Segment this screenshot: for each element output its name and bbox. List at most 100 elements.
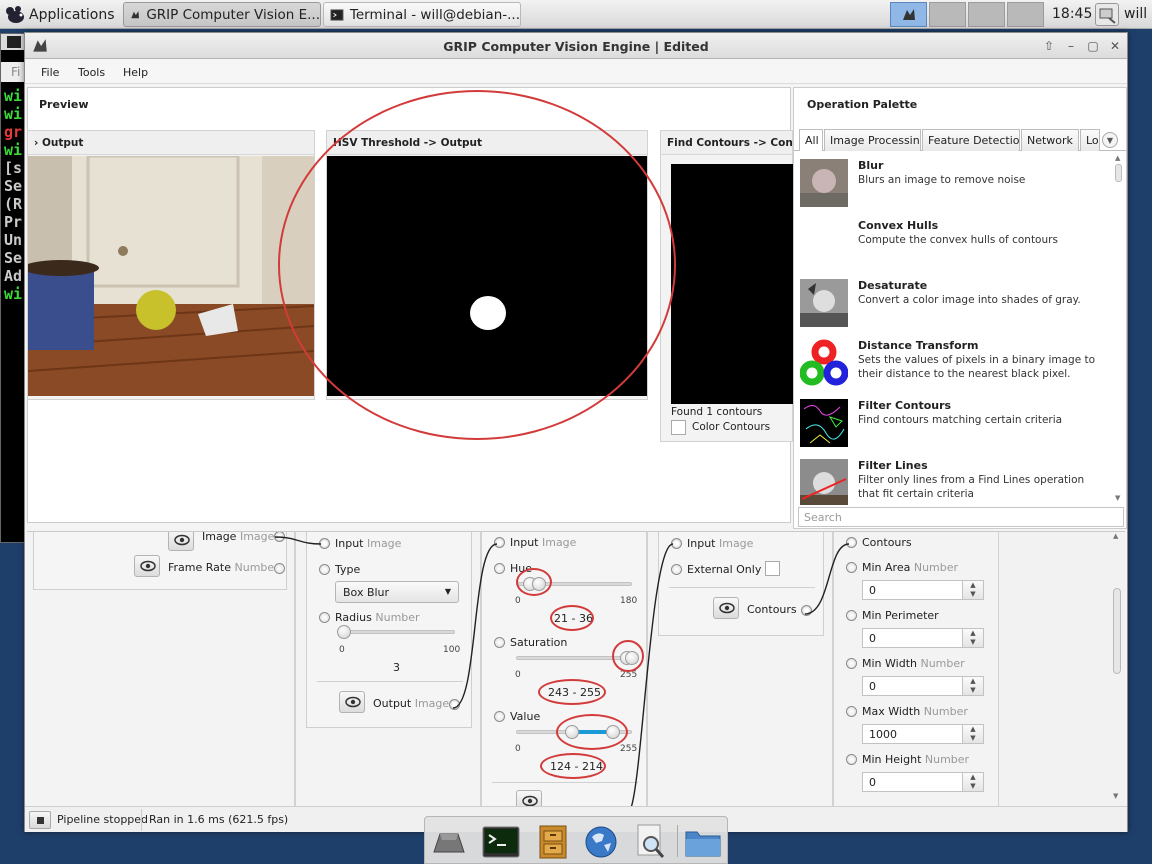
- window-titlebar[interactable]: GRIP Computer Vision Engine | Edited ⇧ –…: [25, 33, 1127, 59]
- op-filter-lines[interactable]: Filter Lines Filter only lines from a Fi…: [800, 455, 1110, 505]
- hue-socket[interactable]: [494, 563, 505, 574]
- socket-type: Image: [366, 537, 402, 550]
- task-terminal[interactable]: Terminal - will@debian-...: [323, 2, 521, 27]
- tab-image-processing[interactable]: Image Processing: [824, 129, 921, 151]
- image-output-socket[interactable]: [274, 532, 285, 542]
- value-min: 0: [515, 744, 521, 754]
- output-socket[interactable]: [449, 699, 460, 710]
- preview-toggle-button[interactable]: [168, 532, 194, 551]
- filter-field-socket[interactable]: [846, 706, 857, 717]
- preview-card-header[interactable]: › Output: [28, 131, 314, 155]
- dock-app-finder[interactable]: [631, 823, 671, 861]
- filter-field-stepper[interactable]: ▲ ▼: [962, 580, 984, 600]
- tab-all[interactable]: All: [799, 129, 823, 151]
- filter-field-socket[interactable]: [846, 754, 857, 765]
- op-name: Convex Hulls: [858, 219, 939, 232]
- op-blur[interactable]: Blur Blurs an image to remove noise: [800, 155, 1110, 215]
- clock[interactable]: 18:45: [1052, 6, 1092, 22]
- contours-output-socket[interactable]: [801, 605, 812, 616]
- filter-field-stepper[interactable]: ▲ ▼: [962, 628, 984, 648]
- preview-toggle-button[interactable]: [134, 555, 160, 577]
- op-filter-contours[interactable]: Filter Contours Find contours matching c…: [800, 395, 1110, 455]
- applications-menu[interactable]: Applications: [4, 3, 116, 26]
- preview-toggle-button[interactable]: [339, 691, 365, 713]
- framerate-output-socket[interactable]: [274, 563, 285, 574]
- scroll-down-icon[interactable]: ▼: [1115, 494, 1120, 502]
- socket-image-label: Image Image: [202, 532, 274, 543]
- palette-scrollbar[interactable]: ▲ ▼: [1113, 154, 1124, 504]
- dock-folder[interactable]: [683, 823, 723, 861]
- scroll-thumb[interactable]: [1115, 164, 1122, 182]
- found-contours-text: Found 1 contours: [671, 406, 763, 418]
- op-distance-transform[interactable]: Distance Transform Sets the values of pi…: [800, 335, 1110, 395]
- scroll-up-icon[interactable]: ▲: [1115, 154, 1120, 162]
- filter-field-socket[interactable]: [846, 610, 857, 621]
- scroll-thumb[interactable]: [1113, 588, 1121, 674]
- maximize-icon[interactable]: ▢: [1085, 39, 1101, 53]
- radius-slider-knob[interactable]: [337, 625, 352, 639]
- filter-contours-column: Contours Min Area Number 0 ▲ ▼ Min Perimeter…: [833, 532, 999, 807]
- tab-lo[interactable]: Lo: [1080, 129, 1100, 151]
- dock-terminal[interactable]: [481, 823, 521, 861]
- workspace-1[interactable]: [890, 2, 927, 27]
- user-name[interactable]: will: [1124, 6, 1147, 22]
- eye-icon: [345, 696, 361, 708]
- color-contours-checkbox[interactable]: [671, 420, 686, 435]
- dock-web-browser[interactable]: [581, 823, 621, 861]
- op-convex-hulls[interactable]: Convex Hulls Compute the convex hulls of…: [800, 215, 1110, 275]
- input-socket[interactable]: [494, 537, 505, 548]
- tabs-dropdown-icon[interactable]: ▼: [1102, 132, 1118, 148]
- filter-field-socket[interactable]: [846, 658, 857, 669]
- filter-field-stepper[interactable]: ▲ ▼: [962, 676, 984, 696]
- window-menu-up-icon[interactable]: ⇧: [1041, 39, 1057, 53]
- filter-field-socket[interactable]: [846, 562, 857, 573]
- filter-field-stepper[interactable]: ▲ ▼: [962, 724, 984, 744]
- preview-title: Preview: [39, 98, 89, 111]
- search-input[interactable]: Search: [798, 507, 1124, 527]
- radius-label: Radius Number: [335, 611, 420, 624]
- workspace-4[interactable]: [1007, 2, 1044, 27]
- stop-pipeline-button[interactable]: [29, 811, 51, 829]
- tab-feature-detection[interactable]: Feature Detection: [922, 129, 1020, 151]
- preview-card-header[interactable]: Find Contours -> Contours: [661, 131, 792, 155]
- external-only-checkbox[interactable]: [765, 561, 780, 576]
- menu-file[interactable]: File: [41, 66, 59, 79]
- input-socket[interactable]: [319, 538, 330, 549]
- radius-socket[interactable]: [319, 612, 330, 623]
- preview-toggle-button[interactable]: [713, 597, 739, 619]
- scroll-up-icon[interactable]: ▲: [1113, 532, 1118, 540]
- saturation-socket[interactable]: [494, 637, 505, 648]
- dock-file-manager[interactable]: [533, 823, 573, 861]
- menu-tools[interactable]: Tools: [78, 66, 105, 79]
- grip-icon: [131, 10, 140, 18]
- workspace-2[interactable]: [929, 2, 966, 27]
- source-column: Image Image Frame Rate Number: [27, 532, 295, 807]
- pipeline-vertical-scrollbar[interactable]: ▲ ▼: [1111, 532, 1123, 802]
- input-socket[interactable]: [671, 538, 682, 549]
- close-icon[interactable]: ✕: [1107, 39, 1123, 53]
- preview-toggle-button[interactable]: [516, 790, 542, 807]
- external-only-socket[interactable]: [671, 564, 682, 575]
- task-grip[interactable]: GRIP Computer Vision E...: [123, 2, 321, 27]
- magnifier-icon: [637, 824, 665, 858]
- network-button[interactable]: [1095, 3, 1119, 26]
- radius-slider-track[interactable]: [341, 630, 455, 634]
- socket-framerate-label: Frame Rate Number: [168, 561, 279, 574]
- tab-network[interactable]: Network: [1021, 129, 1079, 151]
- divider: [492, 782, 638, 783]
- field-name: Min Perimeter: [862, 609, 939, 622]
- contours-input-socket[interactable]: [846, 537, 857, 548]
- op-desaturate[interactable]: Desaturate Convert a color image into sh…: [800, 275, 1110, 335]
- minimize-icon[interactable]: –: [1063, 39, 1079, 53]
- dock-show-desktop[interactable]: [429, 823, 469, 861]
- workspace-3[interactable]: [968, 2, 1005, 27]
- op-name: Distance Transform: [858, 339, 979, 352]
- blur-type-select[interactable]: Box Blur ▼: [335, 581, 459, 603]
- menu-help[interactable]: Help: [123, 66, 148, 79]
- type-socket[interactable]: [319, 564, 330, 575]
- value-socket[interactable]: [494, 711, 505, 722]
- filter-field-stepper[interactable]: ▲ ▼: [962, 772, 984, 792]
- scroll-down-icon[interactable]: ▼: [1113, 792, 1118, 800]
- socket-type: Number: [234, 561, 279, 574]
- desaturate-thumbnail-icon: [800, 279, 848, 327]
